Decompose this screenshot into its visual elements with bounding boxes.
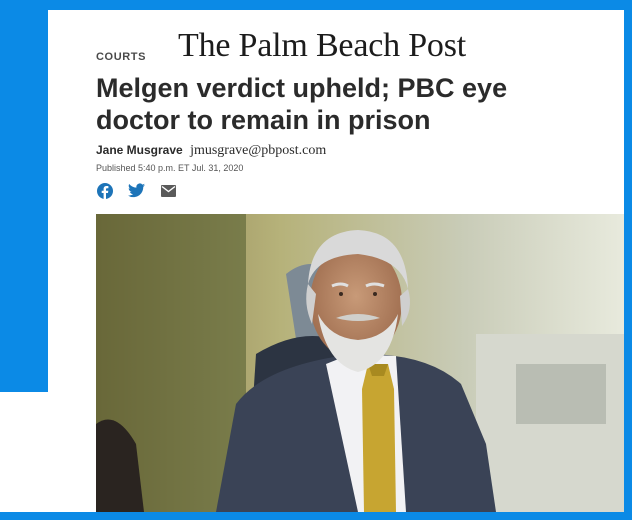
author-name[interactable]: Jane Musgrave [96,143,183,157]
author-email[interactable]: jmusgrave@pbpost.com [190,143,326,158]
blue-frame-bottom [0,512,632,520]
headline: Melgen verdict upheld; PBC eye doctor to… [96,73,508,135]
facebook-icon[interactable] [96,182,113,199]
twitter-icon[interactable] [128,182,145,199]
email-icon[interactable] [160,182,177,199]
article-photo[interactable] [96,214,624,512]
blue-frame-top [0,0,632,10]
section-label[interactable]: COURTS [96,51,146,63]
published-date: Published 5:40 p.m. ET Jul. 31, 2020 [96,163,244,173]
blue-frame-left [0,0,48,392]
byline: Jane Musgrave jmusgrave@pbpost.com [96,143,326,159]
share-bar [96,182,177,199]
blue-frame-right [624,0,632,520]
masthead-title[interactable]: The Palm Beach Post [178,26,466,66]
